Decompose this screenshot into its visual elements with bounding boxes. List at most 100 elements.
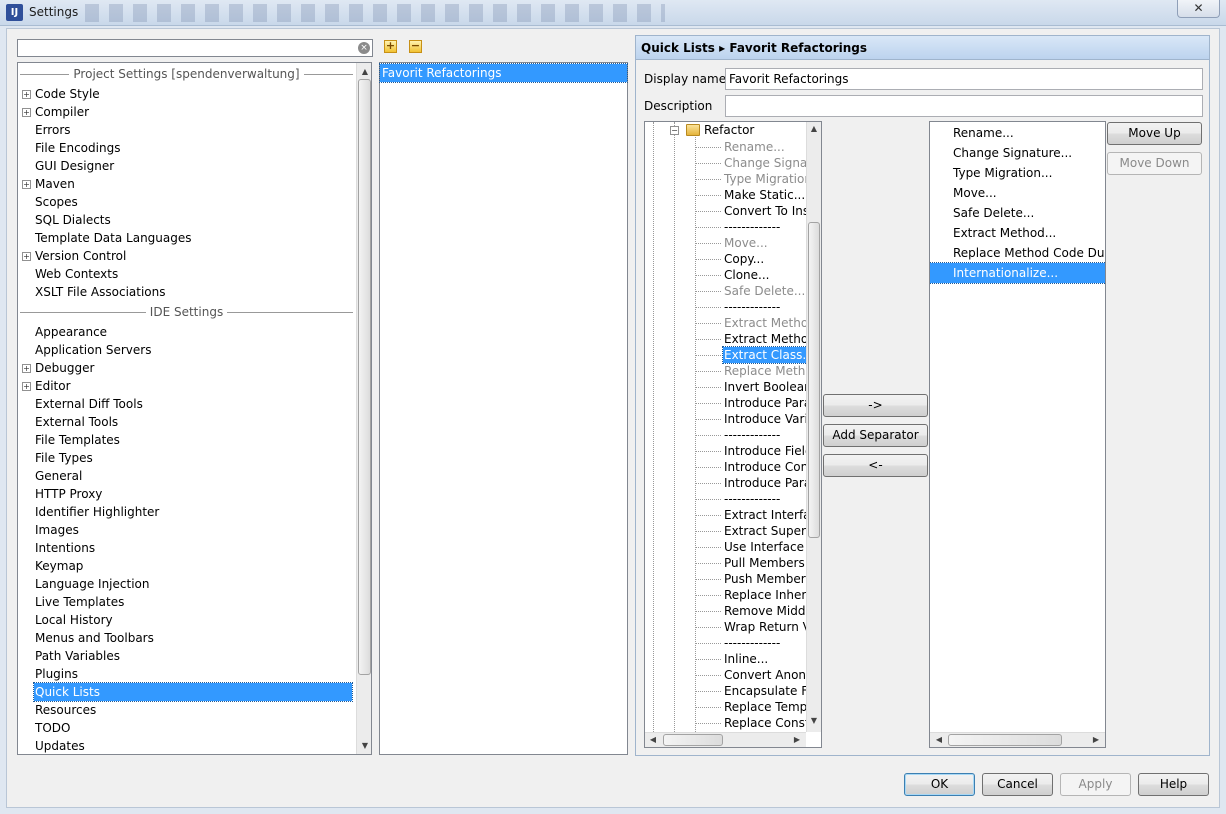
sidebar-item-errors[interactable]: Errors: [34, 121, 72, 139]
sidebar-item-code-style[interactable]: Code Style: [34, 85, 101, 103]
tree-separator[interactable]: -------------: [723, 635, 781, 651]
selected-actions-hscrollbar[interactable]: ◀ ▶: [930, 732, 1105, 747]
expand-toggle-icon[interactable]: +: [22, 180, 31, 189]
tree-action-item[interactable]: Introduce Field: [723, 443, 814, 459]
expand-toggle-icon[interactable]: +: [22, 108, 31, 117]
scroll-down-arrow-icon[interactable]: ▼: [807, 716, 821, 725]
tree-separator[interactable]: -------------: [723, 491, 781, 507]
cancel-button[interactable]: Cancel: [982, 773, 1053, 796]
tree-action-item[interactable]: Extract Interfac: [723, 507, 818, 523]
tree-action-item[interactable]: Push Members: [723, 571, 813, 587]
sidebar-item-live-templates[interactable]: Live Templates: [34, 593, 125, 611]
add-action-button[interactable]: ->: [823, 394, 928, 417]
tree-action-item[interactable]: Introduce Varia: [723, 411, 816, 427]
list-item[interactable]: Replace Method Code Duplic: [930, 243, 1105, 263]
tree-action-item[interactable]: Make Static...: [723, 187, 806, 203]
sidebar-item-plugins[interactable]: Plugins: [34, 665, 79, 683]
sidebar-item-language-injection[interactable]: Language Injection: [34, 575, 150, 593]
scroll-right-arrow-icon[interactable]: ▶: [1089, 735, 1103, 744]
remove-action-button[interactable]: <-: [823, 454, 928, 477]
tree-action-item[interactable]: Inline...: [723, 651, 769, 667]
sidebar-item-scopes[interactable]: Scopes: [34, 193, 79, 211]
apply-button[interactable]: Apply: [1060, 773, 1131, 796]
sidebar-item-gui-designer[interactable]: GUI Designer: [34, 157, 115, 175]
sidebar-item-file-types[interactable]: File Types: [34, 449, 94, 467]
tree-action-item[interactable]: Type Migration: [723, 171, 813, 187]
sidebar-item-editor[interactable]: Editor: [34, 377, 72, 395]
move-up-button[interactable]: Move Up: [1107, 122, 1202, 145]
scroll-up-arrow-icon[interactable]: ▲: [358, 67, 371, 76]
add-quick-list-button[interactable]: +: [384, 40, 397, 53]
tree-action-item[interactable]: Replace Constr: [723, 715, 816, 731]
close-window-button[interactable]: ✕: [1177, 0, 1220, 18]
scroll-left-arrow-icon[interactable]: ◀: [932, 735, 946, 744]
sidebar-item-application-servers[interactable]: Application Servers: [34, 341, 152, 359]
sidebar-item-quick-lists[interactable]: Quick Lists: [33, 682, 353, 702]
tree-action-item[interactable]: Move...: [723, 235, 769, 251]
sidebar-item-path-variables[interactable]: Path Variables: [34, 647, 121, 665]
list-item[interactable]: Rename...: [930, 123, 1105, 143]
list-item[interactable]: Safe Delete...: [930, 203, 1105, 223]
sidebar-item-identifier-highlighter[interactable]: Identifier Highlighter: [34, 503, 160, 521]
sidebar-item-version-control[interactable]: Version Control: [34, 247, 127, 265]
remove-quick-list-button[interactable]: −: [409, 40, 422, 53]
sidebar-item-debugger[interactable]: Debugger: [34, 359, 95, 377]
actions-tree-vscrollbar[interactable]: ▲ ▼: [806, 122, 821, 732]
ok-button[interactable]: OK: [904, 773, 975, 796]
tree-action-item[interactable]: Extract Class...: [722, 346, 816, 364]
settings-search-box[interactable]: [17, 39, 373, 57]
tree-action-item[interactable]: Introduce Cons: [723, 459, 815, 475]
help-button[interactable]: Help: [1138, 773, 1209, 796]
tree-action-item[interactable]: Replace Temp v: [723, 699, 819, 715]
tree-action-item[interactable]: Pull Members U: [723, 555, 818, 571]
tree-action-item[interactable]: Safe Delete...: [723, 283, 806, 299]
list-item[interactable]: Change Signature...: [930, 143, 1105, 163]
tree-separator[interactable]: -------------: [723, 427, 781, 443]
sidebar-item-menus-and-toolbars[interactable]: Menus and Toolbars: [34, 629, 155, 647]
description-input[interactable]: [726, 96, 1202, 116]
sidebar-item-general[interactable]: General: [34, 467, 83, 485]
scroll-left-arrow-icon[interactable]: ◀: [646, 735, 660, 744]
tree-action-item[interactable]: Encapsulate Fie: [723, 683, 819, 699]
tree-action-item[interactable]: Extract Method: [723, 331, 817, 347]
tree-action-item[interactable]: Extract Method: [723, 315, 817, 331]
expand-toggle-icon[interactable]: +: [22, 252, 31, 261]
sidebar-item-external-tools[interactable]: External Tools: [34, 413, 119, 431]
description-field[interactable]: [725, 95, 1203, 117]
tree-action-item[interactable]: Introduce Parar: [723, 475, 817, 491]
tree-action-item[interactable]: Rename...: [723, 139, 786, 155]
sidebar-item-external-diff-tools[interactable]: External Diff Tools: [34, 395, 144, 413]
sidebar-item-local-history[interactable]: Local History: [34, 611, 114, 629]
tree-action-item[interactable]: Convert To Inst: [723, 203, 815, 219]
sidebar-item-web-contexts[interactable]: Web Contexts: [34, 265, 119, 283]
tree-action-item[interactable]: Copy...: [723, 251, 765, 267]
sidebar-item-todo[interactable]: TODO: [34, 719, 71, 737]
tree-action-item[interactable]: Replace Metho: [723, 363, 814, 379]
display-name-input[interactable]: [726, 69, 1202, 89]
scroll-up-arrow-icon[interactable]: ▲: [807, 124, 821, 133]
collapse-toggle-icon[interactable]: −: [670, 126, 679, 135]
settings-search-input[interactable]: [18, 40, 372, 56]
tree-folder-refactor[interactable]: Refactor: [703, 122, 755, 138]
clear-search-icon[interactable]: ×: [358, 42, 370, 54]
expand-toggle-icon[interactable]: +: [22, 90, 31, 99]
sidebar-item-maven[interactable]: Maven: [34, 175, 76, 193]
list-item[interactable]: Extract Method...: [930, 223, 1105, 243]
tree-action-item[interactable]: Invert Boolean.: [723, 379, 817, 395]
sidebar-item-compiler[interactable]: Compiler: [34, 103, 90, 121]
sidebar-item-file-encodings[interactable]: File Encodings: [34, 139, 121, 157]
move-down-button[interactable]: Move Down: [1107, 152, 1202, 175]
sidebar-item-resources[interactable]: Resources: [34, 701, 97, 719]
sidebar-item-http-proxy[interactable]: HTTP Proxy: [34, 485, 103, 503]
scrollbar-thumb[interactable]: [808, 222, 820, 538]
list-item[interactable]: Type Migration...: [930, 163, 1105, 183]
expand-toggle-icon[interactable]: +: [22, 382, 31, 391]
scrollbar-thumb[interactable]: [948, 734, 1062, 746]
sidebar-item-images[interactable]: Images: [34, 521, 80, 539]
tree-separator[interactable]: -------------: [723, 219, 781, 235]
sidebar-item-appearance[interactable]: Appearance: [34, 323, 108, 341]
sidebar-item-keymap[interactable]: Keymap: [34, 557, 84, 575]
add-separator-button[interactable]: Add Separator: [823, 424, 928, 447]
tree-action-item[interactable]: Remove Middle: [723, 603, 817, 619]
list-item[interactable]: Move...: [930, 183, 1105, 203]
